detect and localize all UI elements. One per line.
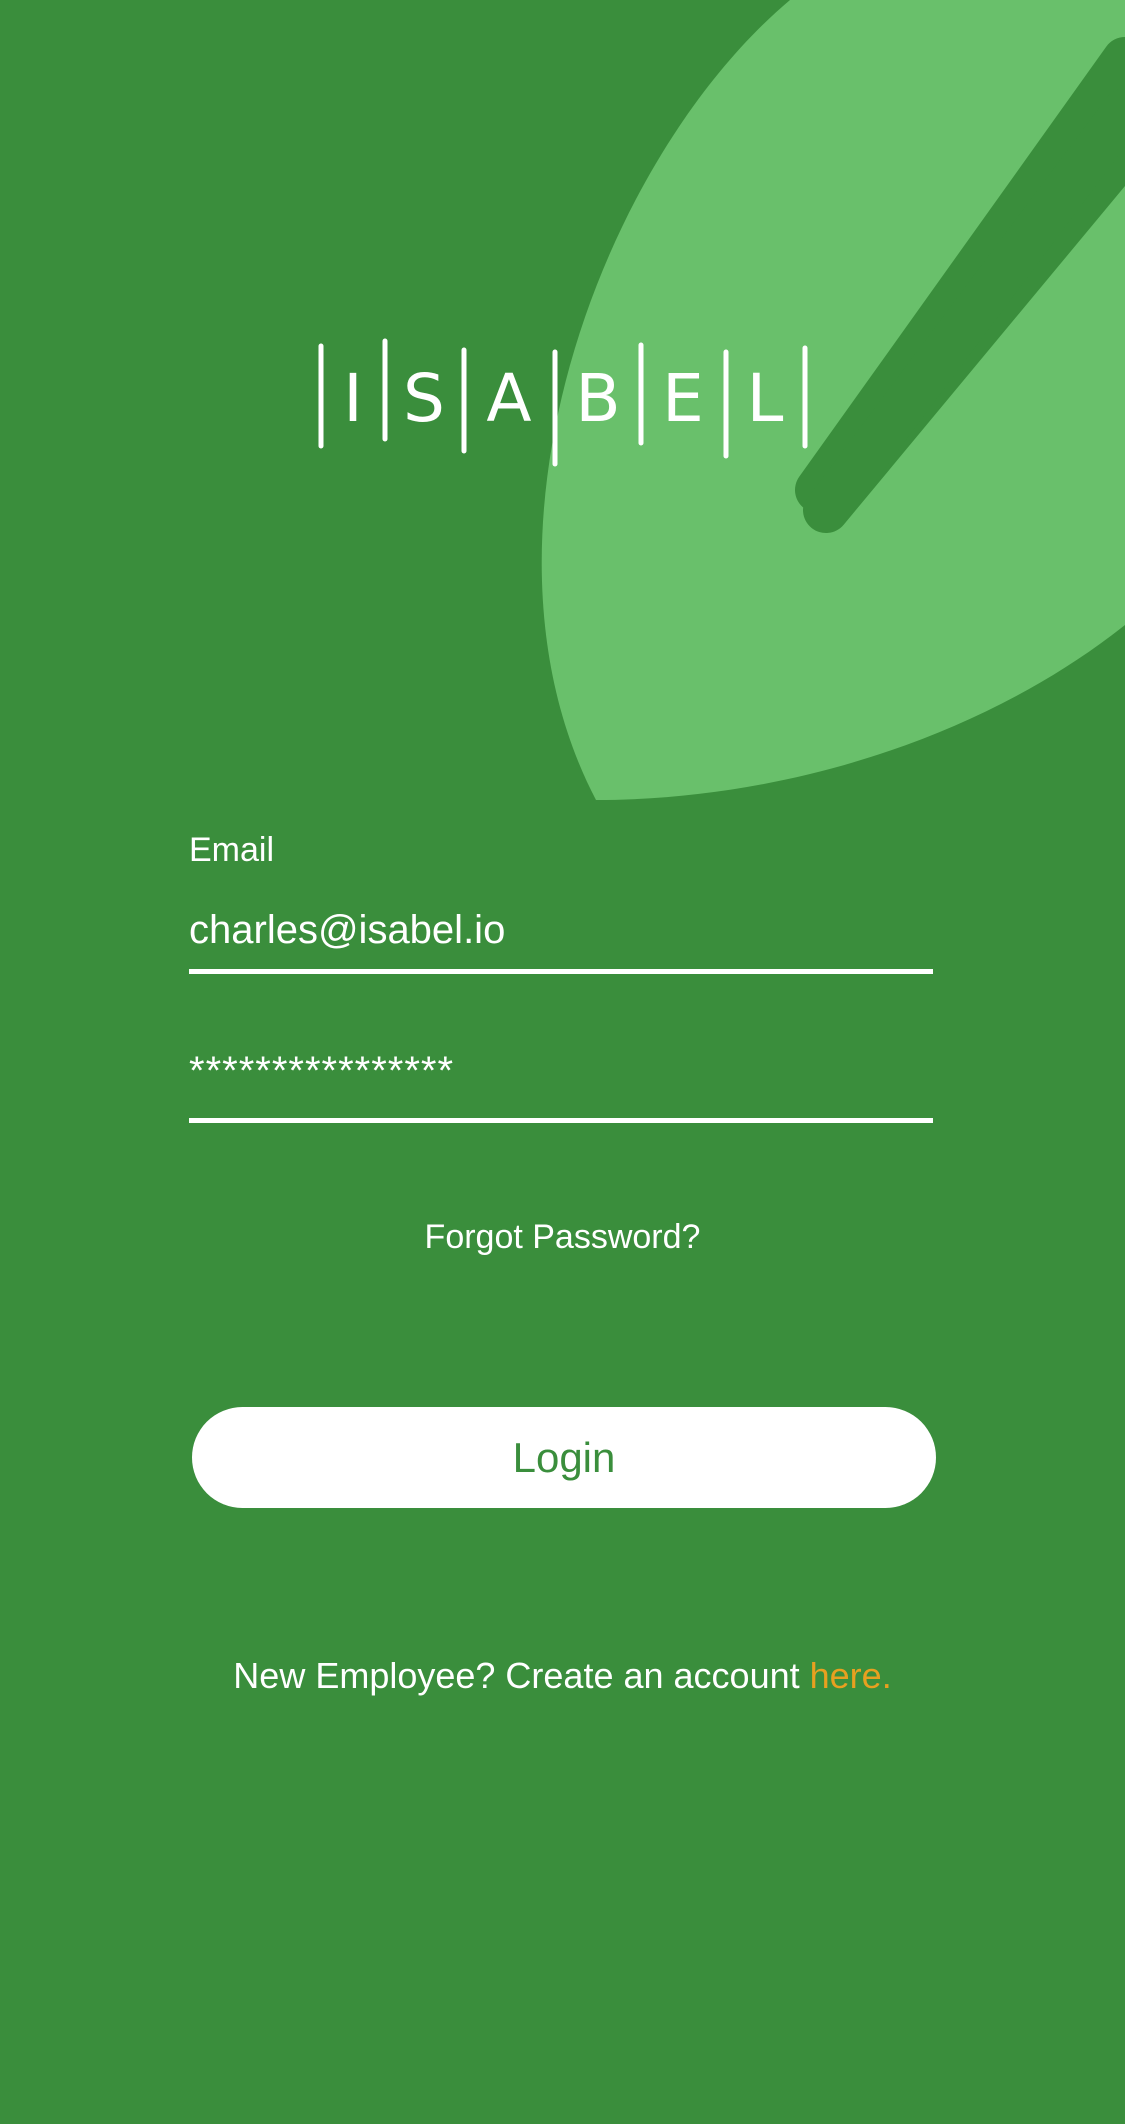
forgot-password-link[interactable]: Forgot Password?: [0, 1216, 1125, 1258]
logo-letter-i: I: [343, 360, 362, 437]
logo-letter-e: E: [662, 360, 704, 437]
signup-prompt: New Employee? Create an account here.: [0, 1654, 1125, 1698]
signup-prefix-text: New Employee? Create an account: [233, 1655, 810, 1696]
logo-letter-b: B: [575, 360, 620, 437]
email-input[interactable]: [189, 892, 933, 974]
logo-letter-a: A: [486, 360, 531, 437]
email-field: [189, 892, 933, 974]
logo-letter-l: L: [747, 360, 784, 437]
signup-here-link[interactable]: here: [810, 1655, 882, 1696]
email-label: Email: [189, 831, 275, 869]
password-field: [189, 1024, 933, 1123]
isabel-logo: I S A B E L: [318, 338, 808, 467]
login-button[interactable]: Login: [192, 1407, 936, 1508]
logo-letter-s: S: [403, 360, 445, 437]
password-input[interactable]: [189, 1024, 933, 1123]
signup-period: .: [881, 1655, 892, 1696]
